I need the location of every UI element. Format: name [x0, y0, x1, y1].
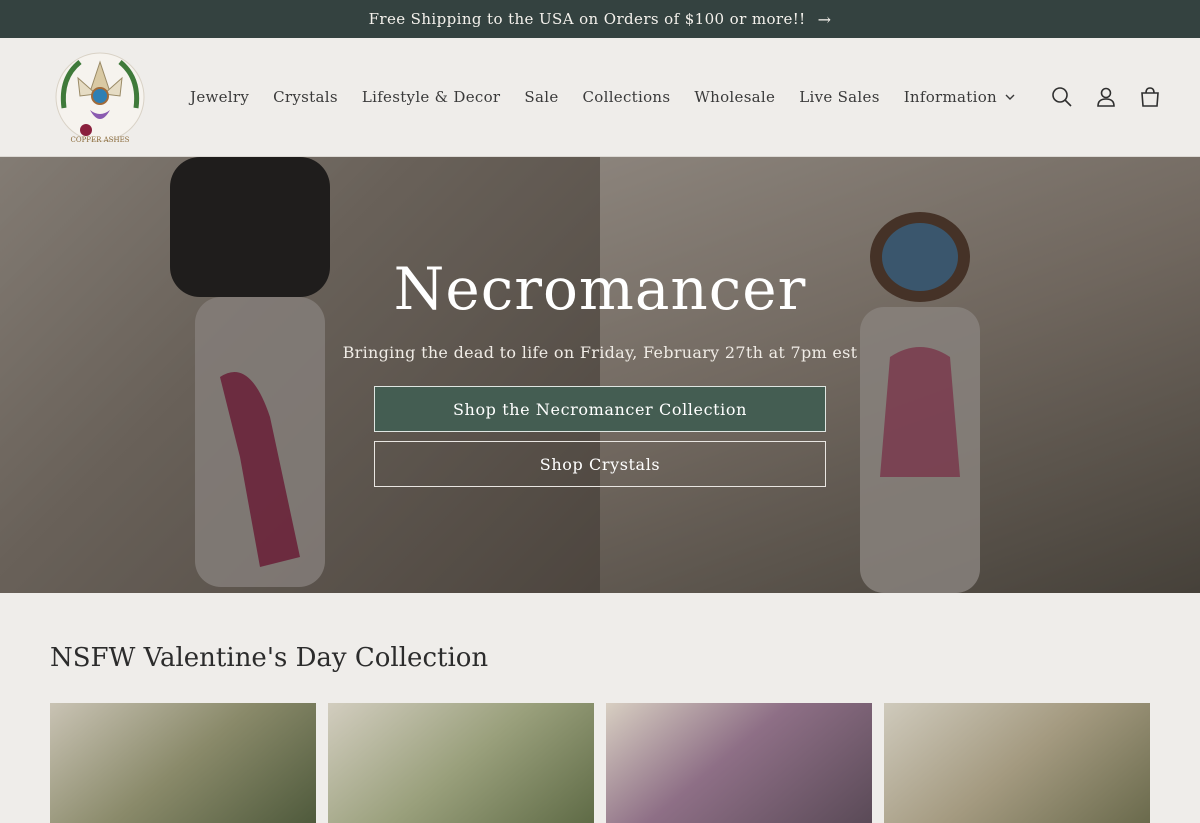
hero-content: Necromancer Bringing the dead to life on…	[0, 157, 1200, 593]
nav-item-wholesale[interactable]: Wholesale	[682, 88, 787, 106]
store-logo[interactable]: COPPER ASHES	[50, 48, 150, 146]
nav-label: Crystals	[273, 88, 338, 106]
product-grid	[50, 703, 1150, 823]
hero-subtitle: Bringing the dead to life on Friday, Feb…	[342, 343, 858, 362]
collection-title[interactable]: NSFW Valentine's Day Collection	[50, 643, 1150, 673]
announcement-text[interactable]: Free Shipping to the USA on Orders of $1…	[369, 10, 806, 28]
product-card[interactable]	[328, 703, 594, 823]
hero-title: Necromancer	[393, 255, 807, 323]
nav-item-live-sales[interactable]: Live Sales	[787, 88, 891, 106]
nav-item-jewelry[interactable]: Jewelry	[178, 88, 261, 106]
product-image	[606, 703, 872, 823]
chevron-down-icon	[1005, 94, 1015, 100]
announcement-bar: Free Shipping to the USA on Orders of $1…	[0, 0, 1200, 38]
arrow-right-icon[interactable]: →	[818, 10, 832, 29]
account-icon[interactable]	[1094, 85, 1118, 109]
header-icons	[1050, 38, 1162, 156]
nav-label: Collections	[582, 88, 671, 106]
shop-crystals-button[interactable]: Shop Crystals	[374, 441, 826, 487]
nav-label: Information	[903, 88, 998, 106]
nav-label: Wholesale	[694, 88, 776, 106]
featured-collection: NSFW Valentine's Day Collection	[0, 643, 1200, 823]
nav-label: Live Sales	[799, 88, 880, 106]
main-nav: Jewelry Crystals Lifestyle & Decor Sale …	[178, 38, 1027, 156]
nav-label: Sale	[524, 88, 559, 106]
logo-text: COPPER ASHES	[71, 136, 130, 144]
hero-banner: Necromancer Bringing the dead to life on…	[0, 157, 1200, 593]
nav-label: Jewelry	[190, 88, 250, 106]
nav-item-lifestyle-decor[interactable]: Lifestyle & Decor	[350, 88, 513, 106]
nav-item-crystals[interactable]: Crystals	[261, 88, 350, 106]
cart-icon[interactable]	[1138, 85, 1162, 109]
search-icon[interactable]	[1050, 85, 1074, 109]
product-image	[50, 703, 316, 823]
product-image	[328, 703, 594, 823]
nav-label: Lifestyle & Decor	[361, 88, 501, 106]
nav-item-information[interactable]: Information	[892, 88, 1027, 106]
site-header: COPPER ASHES Jewelry Crystals Lifestyle …	[0, 38, 1200, 157]
product-card[interactable]	[884, 703, 1150, 823]
product-image	[884, 703, 1150, 823]
copper-ashes-logo: COPPER ASHES	[55, 52, 145, 144]
shop-necromancer-button[interactable]: Shop the Necromancer Collection	[374, 386, 826, 432]
nav-item-sale[interactable]: Sale	[512, 88, 570, 106]
product-card[interactable]	[50, 703, 316, 823]
nav-item-collections[interactable]: Collections	[571, 88, 683, 106]
product-card[interactable]	[606, 703, 872, 823]
